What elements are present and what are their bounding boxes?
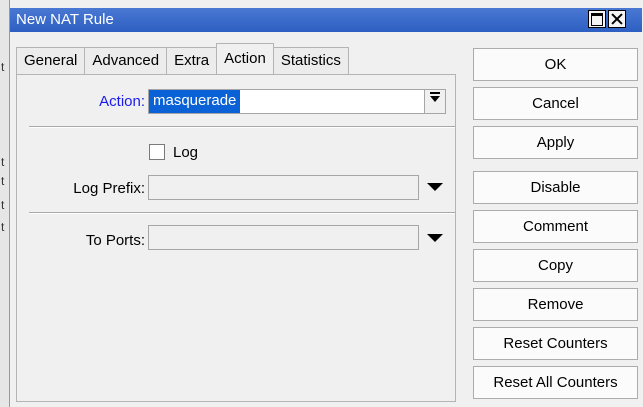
tab-extra[interactable]: Extra [166, 47, 218, 74]
comment-button[interactable]: Comment [473, 210, 638, 243]
maximize-icon[interactable] [588, 10, 606, 28]
tab-advanced[interactable]: Advanced [84, 47, 168, 74]
disable-button[interactable]: Disable [473, 171, 638, 204]
reset-counters-button[interactable]: Reset Counters [473, 327, 638, 360]
background-row-mark: t [1, 198, 5, 212]
action-tab-panel: Action: masquerade Log Log Prefix: To Po… [16, 74, 456, 402]
tab-statistics[interactable]: Statistics [272, 47, 349, 74]
log-label: Log [173, 144, 199, 161]
log-prefix-label: Log Prefix: [73, 180, 145, 197]
background-row-mark: t [1, 60, 5, 74]
nat-rule-dialog: New NAT Rule General Advanced Extra Acti… [9, 0, 643, 407]
cancel-button[interactable]: Cancel [473, 87, 638, 120]
window-title: New NAT Rule [16, 11, 114, 28]
tab-action[interactable]: Action [216, 43, 274, 74]
action-select[interactable]: masquerade [148, 89, 446, 114]
remove-button[interactable]: Remove [473, 288, 638, 321]
background-row-mark: t [1, 155, 5, 169]
tab-bar: General Advanced Extra Action Statistics [16, 43, 349, 75]
log-prefix-dropdown-icon[interactable] [427, 183, 443, 191]
copy-button[interactable]: Copy [473, 249, 638, 282]
to-ports-label: To Ports: [85, 232, 145, 249]
apply-button[interactable]: Apply [473, 126, 638, 159]
title-bar[interactable]: New NAT Rule [10, 8, 642, 32]
log-prefix-field[interactable] [148, 175, 419, 200]
background-row-mark: t [1, 174, 5, 188]
separator [29, 212, 455, 214]
dropdown-arrow-icon [430, 92, 440, 102]
background-row-mark: t [1, 220, 5, 234]
separator [29, 126, 455, 128]
to-ports-field[interactable] [148, 225, 419, 250]
tab-general[interactable]: General [16, 47, 86, 74]
to-ports-dropdown-icon[interactable] [427, 234, 443, 242]
close-icon[interactable] [608, 10, 626, 28]
ok-button[interactable]: OK [473, 48, 638, 81]
action-select-value: masquerade [149, 90, 241, 113]
action-label: Action: [99, 93, 145, 110]
log-checkbox[interactable] [149, 144, 165, 160]
action-dropdown-button[interactable] [424, 90, 445, 113]
reset-all-counters-button[interactable]: Reset All Counters [473, 366, 638, 399]
